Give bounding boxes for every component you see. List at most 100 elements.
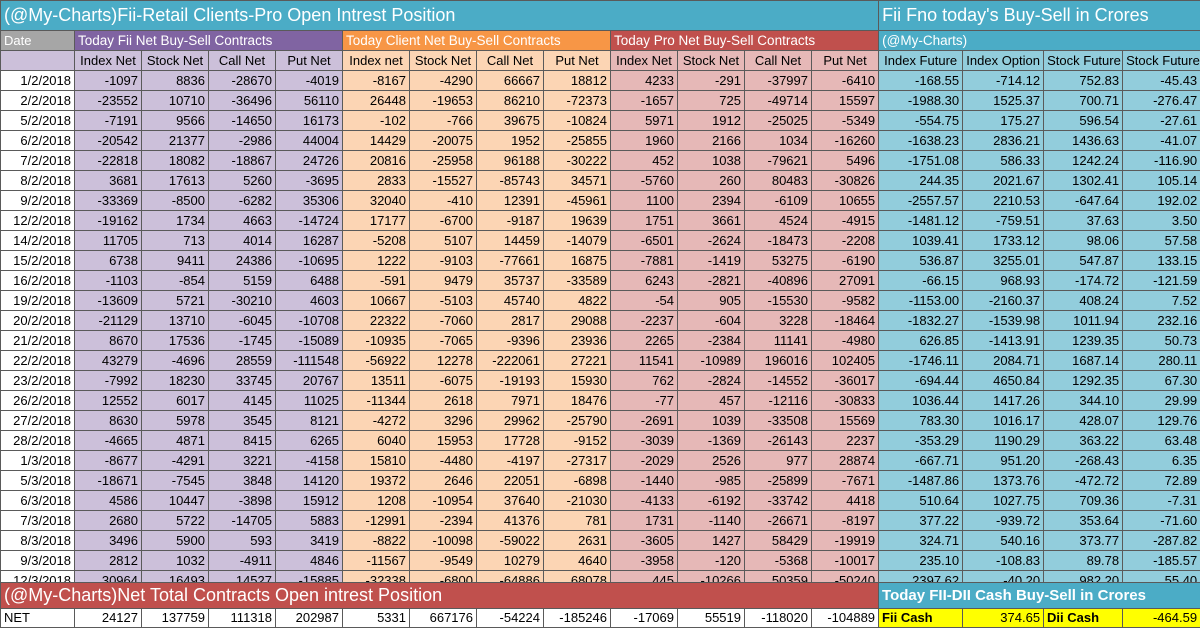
value-cell: 2836.21 [962, 130, 1045, 151]
date-cell: 2/2/2018 [0, 90, 75, 111]
net-label: NET [0, 608, 75, 628]
net-value-cell: -104889 [810, 608, 880, 628]
value-cell: -667.71 [878, 450, 964, 471]
table-row: 1/2/2018 -1097 8836 -28670 -4019 -8167 -4290 66… [0, 70, 1200, 91]
net-value-cell: 111318 [208, 608, 276, 628]
date-cell: 7/2/2018 [0, 150, 75, 171]
value-cell: 24386 [208, 250, 276, 271]
value-cell: 457 [677, 390, 745, 411]
value-cell: -1745 [208, 330, 276, 351]
value-cell: 4233 [610, 70, 678, 91]
value-cell: -26143 [744, 430, 812, 451]
value-cell: 15810 [342, 450, 410, 471]
dii-cash-label: Dii Cash [1043, 608, 1124, 628]
value-cell: -12116 [744, 390, 812, 411]
value-cell: -37997 [744, 70, 812, 91]
table-row: 9/2/2018 -33369 -8500 -6282 35306 32040 -410 12… [0, 190, 1200, 211]
table-row: 6/3/2018 4586 10447 -3898 15912 1208 -10954 376… [0, 490, 1200, 511]
main-title: (@My-Charts)Fii-Retail Clients-Pro Open … [0, 0, 880, 31]
value-cell: -10824 [543, 110, 611, 131]
value-cell: -1413.91 [962, 330, 1045, 351]
value-cell: 752.83 [1043, 70, 1124, 91]
date-cell: 5/2/2018 [0, 110, 75, 131]
value-cell: 10655 [810, 190, 880, 211]
value-cell: 596.54 [1043, 110, 1124, 131]
net-value-cell: 5331 [342, 608, 410, 628]
value-cell: 196016 [744, 350, 812, 371]
value-cell: 783.30 [878, 410, 964, 431]
value-cell: 324.71 [878, 530, 964, 551]
value-cell: 9566 [141, 110, 209, 131]
value-cell: 98.06 [1043, 230, 1124, 251]
value-cell: -353.29 [878, 430, 964, 451]
value-cell: 19639 [543, 210, 611, 231]
value-cell: 3228 [744, 310, 812, 331]
value-cell: 20767 [275, 370, 343, 391]
value-cell: -19193 [476, 370, 544, 391]
value-cell: 17177 [342, 210, 410, 231]
value-cell: -939.72 [962, 510, 1045, 531]
value-cell: 540.16 [962, 530, 1045, 551]
value-cell: -116.90 [1122, 150, 1200, 171]
value-cell: 23936 [543, 330, 611, 351]
date-cell: 28/2/2018 [0, 430, 75, 451]
value-cell: 951.20 [962, 450, 1045, 471]
value-cell: 10667 [342, 290, 410, 311]
value-cell: 4663 [208, 210, 276, 231]
value-cell: -1746.11 [878, 350, 964, 371]
fno-subheader-3: Stock Future [1122, 50, 1200, 71]
value-cell: -15530 [744, 290, 812, 311]
value-cell: -7065 [409, 330, 477, 351]
value-cell: -11344 [342, 390, 410, 411]
value-cell: -14079 [543, 230, 611, 251]
value-cell: -10935 [342, 330, 410, 351]
value-cell: -4696 [141, 350, 209, 371]
value-cell: 3848 [208, 470, 276, 491]
fii-subheader-2: Call Net [208, 50, 276, 71]
value-cell: -766 [409, 110, 477, 131]
value-cell: 452 [610, 150, 678, 171]
value-cell: -30833 [810, 390, 880, 411]
value-cell: -36017 [810, 370, 880, 391]
value-cell: 1011.94 [1043, 310, 1124, 331]
value-cell: 7971 [476, 390, 544, 411]
value-cell: -13609 [74, 290, 142, 311]
value-cell: 536.87 [878, 250, 964, 271]
value-cell: 4871 [141, 430, 209, 451]
value-cell: 44004 [275, 130, 343, 151]
fno-group-header: (@My-Charts) [878, 30, 1200, 51]
date-cell: 14/2/2018 [0, 230, 75, 251]
value-cell: 29.99 [1122, 390, 1200, 411]
value-cell: -120 [677, 550, 745, 571]
value-cell: -9152 [543, 430, 611, 451]
value-cell: 5260 [208, 170, 276, 191]
value-cell: 17536 [141, 330, 209, 351]
value-cell: 20816 [342, 150, 410, 171]
value-cell: -5349 [810, 110, 880, 131]
value-cell: -10695 [275, 250, 343, 271]
date-cell: 9/2/2018 [0, 190, 75, 211]
value-cell: 2021.67 [962, 170, 1045, 191]
group-header-row: Date Today Fii Net Buy-Sell Contracts To… [0, 30, 1200, 51]
value-cell: 3496 [74, 530, 142, 551]
value-cell: -4019 [275, 70, 343, 91]
value-cell: 18082 [141, 150, 209, 171]
client-subheader-3: Put Net [543, 50, 611, 71]
value-cell: -66.15 [878, 270, 964, 291]
value-cell: 27221 [543, 350, 611, 371]
value-cell: 1525.37 [962, 90, 1045, 111]
value-cell: 4014 [208, 230, 276, 251]
value-cell: -1440 [610, 470, 678, 491]
value-cell: 1034 [744, 130, 812, 151]
value-cell: -26671 [744, 510, 812, 531]
value-cell: 232.16 [1122, 310, 1200, 331]
net-value-cell: -185246 [543, 608, 611, 628]
value-cell: 11705 [74, 230, 142, 251]
value-cell: 14120 [275, 470, 343, 491]
value-cell: -49714 [744, 90, 812, 111]
value-cell: -45.43 [1122, 70, 1200, 91]
title-row: (@My-Charts)Fii-Retail Clients-Pro Open … [0, 0, 1200, 31]
value-cell: 22322 [342, 310, 410, 331]
value-cell: -33742 [744, 490, 812, 511]
value-cell: 2618 [409, 390, 477, 411]
